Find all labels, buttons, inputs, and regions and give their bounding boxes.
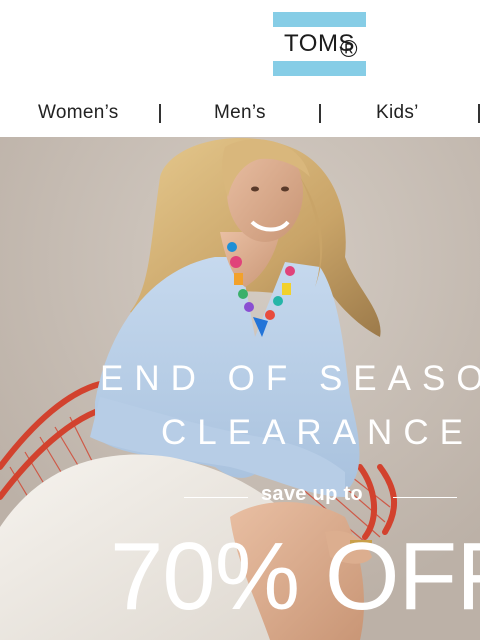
category-nav: Women’s Men’s Kids’ bbox=[0, 96, 480, 137]
nav-item-kids[interactable]: Kids’ bbox=[376, 96, 419, 130]
hero-headline-line1: END OF SEASON bbox=[100, 359, 480, 398]
logo-stripe-top bbox=[273, 12, 366, 27]
nav-divider bbox=[319, 104, 321, 123]
save-divider-left bbox=[184, 497, 248, 498]
hero-headline-line2: CLEARANCE bbox=[161, 413, 474, 452]
nav-divider bbox=[478, 104, 480, 123]
toms-logo[interactable]: TOMS ® bbox=[273, 12, 366, 76]
nav-item-mens[interactable]: Men’s bbox=[214, 96, 266, 130]
logo-wordmark: TOMS ® bbox=[273, 27, 366, 63]
logo-registered-mark: ® bbox=[339, 36, 358, 63]
nav-divider bbox=[159, 104, 161, 123]
site-header: TOMS ® bbox=[0, 0, 480, 96]
hero-save-text: save up to bbox=[261, 483, 363, 505]
logo-stripe-bottom bbox=[273, 61, 366, 76]
hero-offer-text: 70% OFF bbox=[110, 523, 480, 630]
save-divider-right bbox=[393, 497, 457, 498]
hero-banner[interactable]: END OF SEASON CLEARANCE save up to 70% O… bbox=[0, 137, 480, 640]
nav-item-womens[interactable]: Women’s bbox=[38, 96, 119, 130]
